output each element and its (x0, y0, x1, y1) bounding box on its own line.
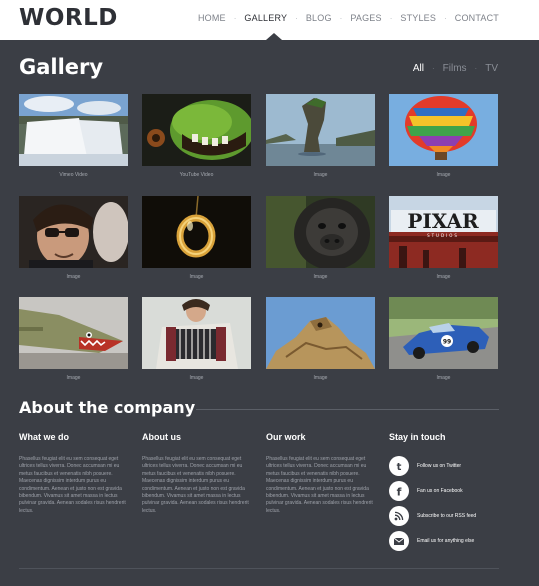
nav-item-gallery[interactable]: GALLERY (244, 13, 287, 23)
thumb-caption: Image (189, 375, 204, 381)
pixar-sign-image: PIXAR STUDIOS (389, 196, 498, 268)
thumb-caption: Image (66, 375, 81, 381)
svg-text:t: t (397, 462, 402, 472)
nav-separator: · (444, 13, 447, 23)
nav-item-contact[interactable]: CONTACT (455, 13, 499, 23)
email-icon (389, 531, 409, 551)
gallery-filters: All · Films · TV (413, 63, 498, 74)
nav-separator: · (233, 13, 237, 23)
social-link-facebook[interactable]: f Fan us on Facebook (389, 481, 463, 501)
filter-separator: · (474, 64, 478, 73)
pixar-sign-text: PIXAR (407, 209, 479, 233)
man-with-glasses-image (19, 196, 128, 268)
thumb-caption: Image (436, 375, 451, 381)
thumb-caption: Image (66, 274, 81, 280)
rss-icon (389, 506, 409, 526)
gallery-thumb-rock[interactable] (266, 94, 375, 166)
pixar-sign-subtext: STUDIOS (427, 233, 459, 238)
social-link-label: Follow us on Twitter (417, 463, 462, 469)
nav-item-styles[interactable]: STYLES (400, 13, 436, 23)
gallery-thumb-balloon[interactable] (389, 94, 498, 166)
gallery-thumb-creature[interactable] (266, 297, 375, 369)
nav-item-pages[interactable]: PAGES (350, 13, 381, 23)
gallery-thumb-pixar[interactable]: PIXAR STUDIOS (389, 196, 498, 268)
thumb-caption: YouTube Video (179, 172, 214, 178)
thumb-caption: Vimeo Video (59, 172, 88, 178)
social-link-twitter[interactable]: t Follow us on Twitter (389, 456, 461, 476)
filter-films[interactable]: Films (443, 63, 467, 74)
gallery-thumb-monster[interactable] (142, 94, 251, 166)
social-link-label: Subscribe to our RSS feed (417, 513, 477, 519)
thumb-caption: Image (436, 274, 451, 280)
filter-all[interactable]: All (413, 63, 424, 74)
active-nav-pointer (266, 33, 282, 40)
social-link-label: Email us for anything else (417, 538, 475, 544)
column-title-about-us: About us (142, 432, 181, 442)
nav-separator: · (295, 13, 298, 23)
gallery-thumb-gorilla[interactable] (266, 196, 375, 268)
social-link-rss[interactable]: Subscribe to our RSS feed (389, 506, 476, 526)
gallery-thumb-plane[interactable] (19, 297, 128, 369)
hot-air-balloon-image (389, 94, 498, 166)
nav-separator: · (389, 13, 393, 23)
svg-text:f: f (397, 486, 402, 498)
stay-in-touch-title: Stay in touch (389, 432, 446, 442)
facebook-icon: f (389, 481, 409, 501)
site-logo[interactable]: WORLD (19, 5, 118, 31)
gold-ring-image (142, 196, 251, 268)
column-text-our-work: Phasellus feugiat elit eu sem consequat … (266, 456, 373, 514)
about-title: About the company (19, 398, 196, 417)
green-monster-image (142, 94, 251, 166)
column-title-what-we-do: What we do (19, 432, 69, 442)
gallery-thumb-man[interactable] (19, 196, 128, 268)
twitter-icon: t (389, 456, 409, 476)
stone-creature-image (266, 297, 375, 369)
gallery-thumb-ring[interactable] (142, 196, 251, 268)
accordion-player-image (142, 297, 251, 369)
thumb-caption: Image (313, 375, 328, 381)
shark-nose-plane-image (19, 297, 128, 369)
gorilla-image (266, 196, 375, 268)
nav-separator: · (339, 13, 343, 23)
nav-item-home[interactable]: HOME (198, 13, 226, 23)
thumb-caption: Image (436, 172, 451, 178)
thumb-caption: Image (313, 274, 328, 280)
about-divider (196, 409, 499, 410)
social-link-email[interactable]: Email us for anything else (389, 531, 474, 551)
gallery-title: Gallery (19, 55, 104, 79)
social-link-label: Fan us on Facebook (417, 488, 463, 494)
gallery-thumb-waterfall[interactable] (19, 94, 128, 166)
column-text-what-we-do: Phasellus feugiat elit eu sem consequat … (19, 456, 126, 514)
blue-race-car-image: 99 (389, 297, 498, 369)
column-title-our-work: Our work (266, 432, 306, 442)
thumb-caption: Image (189, 274, 204, 280)
waterfall-image (19, 94, 128, 166)
car-number: 99 (443, 339, 451, 346)
footer-divider (19, 568, 499, 569)
site-header: WORLD HOME · GALLERY · BLOG · PAGES · ST… (0, 0, 539, 40)
filter-separator: · (431, 64, 435, 73)
thumb-caption: Image (313, 172, 328, 178)
gallery-thumb-car[interactable]: 99 (389, 297, 498, 369)
gallery-thumb-accordion[interactable] (142, 297, 251, 369)
filter-tv[interactable]: TV (485, 63, 498, 74)
nav-item-blog[interactable]: BLOG (306, 13, 332, 23)
main-nav: HOME · GALLERY · BLOG · PAGES · STYLES ·… (198, 13, 499, 23)
rock-island-image (266, 94, 375, 166)
column-text-about-us: Phasellus feugiat elit eu sem consequat … (142, 456, 249, 514)
